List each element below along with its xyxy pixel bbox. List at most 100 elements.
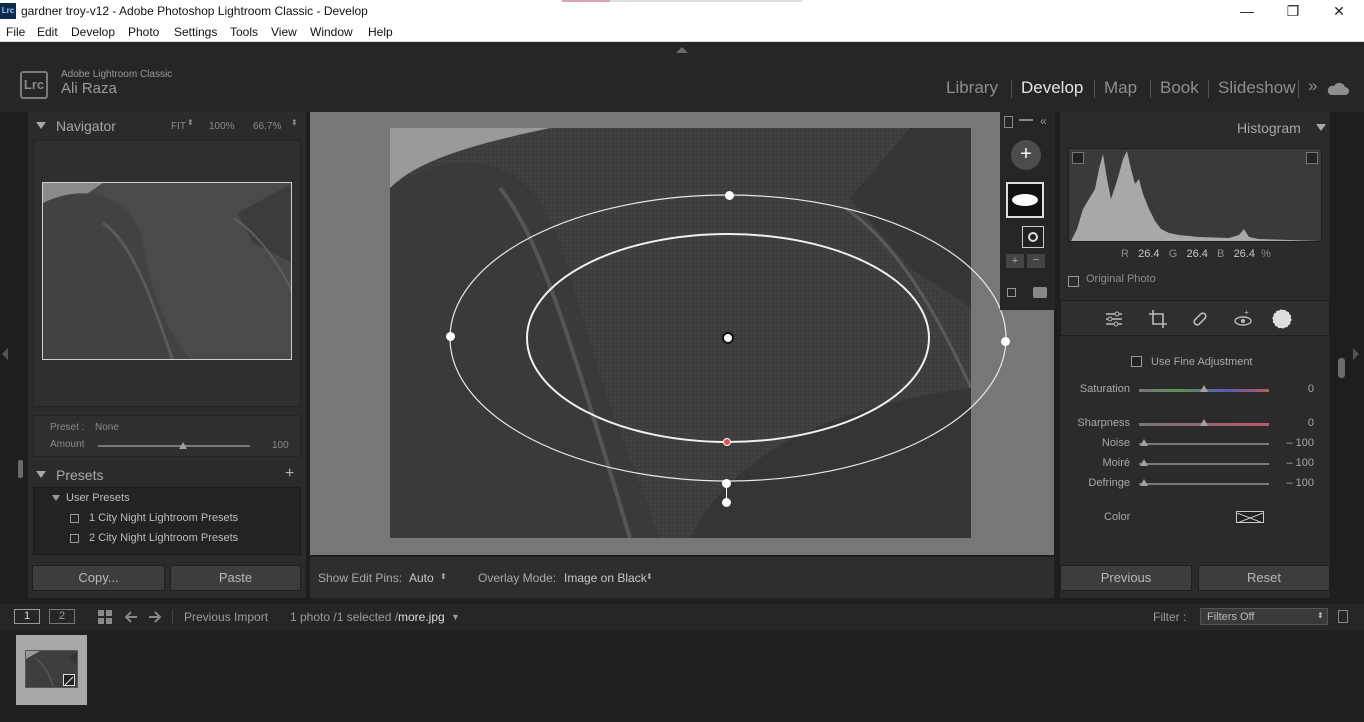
menu-tools[interactable]: Tools	[230, 25, 258, 39]
menu-develop[interactable]: Develop	[71, 25, 115, 39]
module-book[interactable]: Book	[1160, 78, 1199, 98]
secondary-display-button[interactable]: 2	[49, 609, 75, 624]
cloud-icon[interactable]	[1326, 80, 1350, 96]
g-value: 26.4	[1186, 248, 1208, 260]
moire-slider-thumb[interactable]	[1140, 459, 1148, 466]
brand-name: Adobe Lightroom Classic	[61, 69, 173, 80]
saturation-slider-thumb[interactable]	[1200, 385, 1208, 392]
mask-handle-left[interactable]	[446, 332, 455, 341]
menu-view[interactable]: View	[271, 25, 297, 39]
left-scrollbar[interactable]	[18, 460, 23, 478]
module-slideshow[interactable]: Slideshow	[1218, 78, 1296, 98]
zoom-100[interactable]: 100%	[209, 121, 235, 132]
noise-slider-track[interactable]	[1139, 443, 1269, 445]
noise-slider-thumb[interactable]	[1140, 439, 1148, 446]
minimize-panel-icon[interactable]	[1019, 119, 1033, 121]
presets-collapse-icon[interactable]	[36, 471, 46, 478]
amount-slider-track[interactable]	[98, 445, 250, 447]
subtract-submask-icon[interactable]: −	[1027, 254, 1045, 268]
mask-thumbnail[interactable]	[1006, 182, 1044, 218]
overlay-mode-dropdown[interactable]: Image on Black	[564, 571, 647, 585]
radial-mask-overlay[interactable]	[390, 128, 1050, 538]
amount-slider-thumb[interactable]	[179, 442, 188, 449]
reset-button[interactable]: Reset	[1198, 565, 1330, 591]
add-submask-icon[interactable]: +	[1006, 254, 1024, 268]
menu-window[interactable]: Window	[310, 25, 353, 39]
original-photo-label: Original Photo	[1086, 273, 1156, 285]
color-swatch[interactable]	[1236, 511, 1264, 524]
panel-layout-icon[interactable]	[1004, 116, 1013, 128]
highlight-clipping-icon[interactable]	[1306, 152, 1318, 164]
maximize-button[interactable]: ❐	[1270, 0, 1316, 22]
menu-help[interactable]: Help	[368, 25, 393, 39]
close-button[interactable]: ✕	[1316, 0, 1362, 22]
feather-handle[interactable]	[723, 438, 731, 446]
edit-pins-dropdown[interactable]: Auto	[409, 571, 434, 585]
current-file[interactable]: more.jpg	[398, 610, 445, 624]
menu-photo[interactable]: Photo	[128, 25, 159, 39]
user-presets-group[interactable]: User Presets	[66, 492, 130, 504]
submask-button[interactable]	[1022, 226, 1044, 248]
previous-button[interactable]: Previous	[1060, 565, 1192, 591]
titlebar-accent-2	[610, 0, 802, 2]
defringe-value: – 100	[1286, 477, 1314, 489]
filmstrip-lock-icon[interactable]	[1338, 610, 1348, 623]
preset-icon	[70, 514, 79, 523]
edit-sliders-icon[interactable]	[1104, 309, 1124, 329]
primary-display-button[interactable]: 1	[14, 609, 40, 624]
fine-adjust-checkbox[interactable]	[1131, 356, 1142, 367]
module-library[interactable]: Library	[946, 78, 998, 98]
preset-item[interactable]: 1 City Night Lightroom Presets	[89, 512, 238, 524]
defringe-slider-track[interactable]	[1139, 483, 1269, 485]
histogram-graph	[1071, 151, 1321, 241]
mask-handle-top[interactable]	[725, 191, 734, 200]
navigator-thumbnail[interactable]	[42, 182, 292, 360]
crop-icon[interactable]	[1148, 309, 1168, 329]
menu-edit[interactable]: Edit	[37, 25, 58, 39]
source-label[interactable]: Previous Import	[184, 610, 268, 624]
paste-button[interactable]: Paste	[170, 565, 301, 591]
mask-handle-right[interactable]	[1001, 337, 1010, 346]
preset-item[interactable]: 2 City Night Lightroom Presets	[89, 532, 238, 544]
filmstrip-divider	[172, 610, 173, 624]
module-develop[interactable]: Develop	[1021, 78, 1083, 98]
sharpness-slider-thumb[interactable]	[1200, 419, 1208, 426]
healing-icon[interactable]	[1190, 309, 1210, 329]
zoom-custom[interactable]: 66.7%	[253, 121, 281, 132]
red-eye-icon[interactable]: +	[1233, 309, 1253, 329]
saturation-label: Saturation	[1079, 383, 1130, 395]
masking-icon[interactable]	[1271, 308, 1293, 330]
file-dropdown-icon[interactable]: ▼	[451, 612, 460, 622]
histogram-collapse-icon[interactable]	[1316, 124, 1326, 131]
forward-arrow-icon[interactable]	[147, 609, 163, 625]
add-mask-icon[interactable]: +	[1011, 140, 1041, 170]
menu-settings[interactable]: Settings	[174, 25, 217, 39]
zoom-fit[interactable]: FIT	[171, 121, 186, 132]
user-presets-expand-icon[interactable]	[52, 495, 60, 501]
original-photo-checkbox[interactable]	[1068, 276, 1079, 287]
back-arrow-icon[interactable]	[123, 609, 139, 625]
collapse-panel-icon[interactable]: «	[1040, 114, 1047, 128]
copy-button[interactable]: Copy...	[32, 565, 165, 591]
right-panel-toggle-icon[interactable]	[1353, 348, 1359, 360]
preset-value: None	[95, 422, 119, 433]
add-preset-icon[interactable]: +	[285, 465, 294, 483]
menu-file[interactable]: File	[6, 25, 25, 39]
moire-slider-track[interactable]	[1139, 463, 1269, 465]
defringe-slider-thumb[interactable]	[1140, 479, 1148, 486]
navigator-collapse-icon[interactable]	[36, 122, 46, 129]
camera-icon[interactable]	[1033, 287, 1047, 298]
filter-dropdown[interactable]: Filters Off ⬍	[1200, 608, 1328, 625]
module-map[interactable]: Map	[1104, 78, 1137, 98]
more-modules-icon[interactable]: »	[1308, 76, 1317, 96]
mask-rotate-handle[interactable]	[722, 498, 731, 507]
right-panel-scrollbar[interactable]	[1338, 358, 1345, 378]
shadow-clipping-icon[interactable]	[1072, 152, 1084, 164]
filmstrip-thumbnail-cell[interactable]	[16, 635, 87, 705]
show-overlay-checkbox[interactable]	[1007, 288, 1016, 297]
minimize-button[interactable]: —	[1224, 0, 1270, 22]
mask-center-pin[interactable]	[722, 332, 734, 344]
left-panel-toggle-icon[interactable]	[2, 348, 8, 360]
grid-view-icon[interactable]	[97, 609, 113, 625]
top-panel-toggle[interactable]	[0, 42, 1364, 60]
